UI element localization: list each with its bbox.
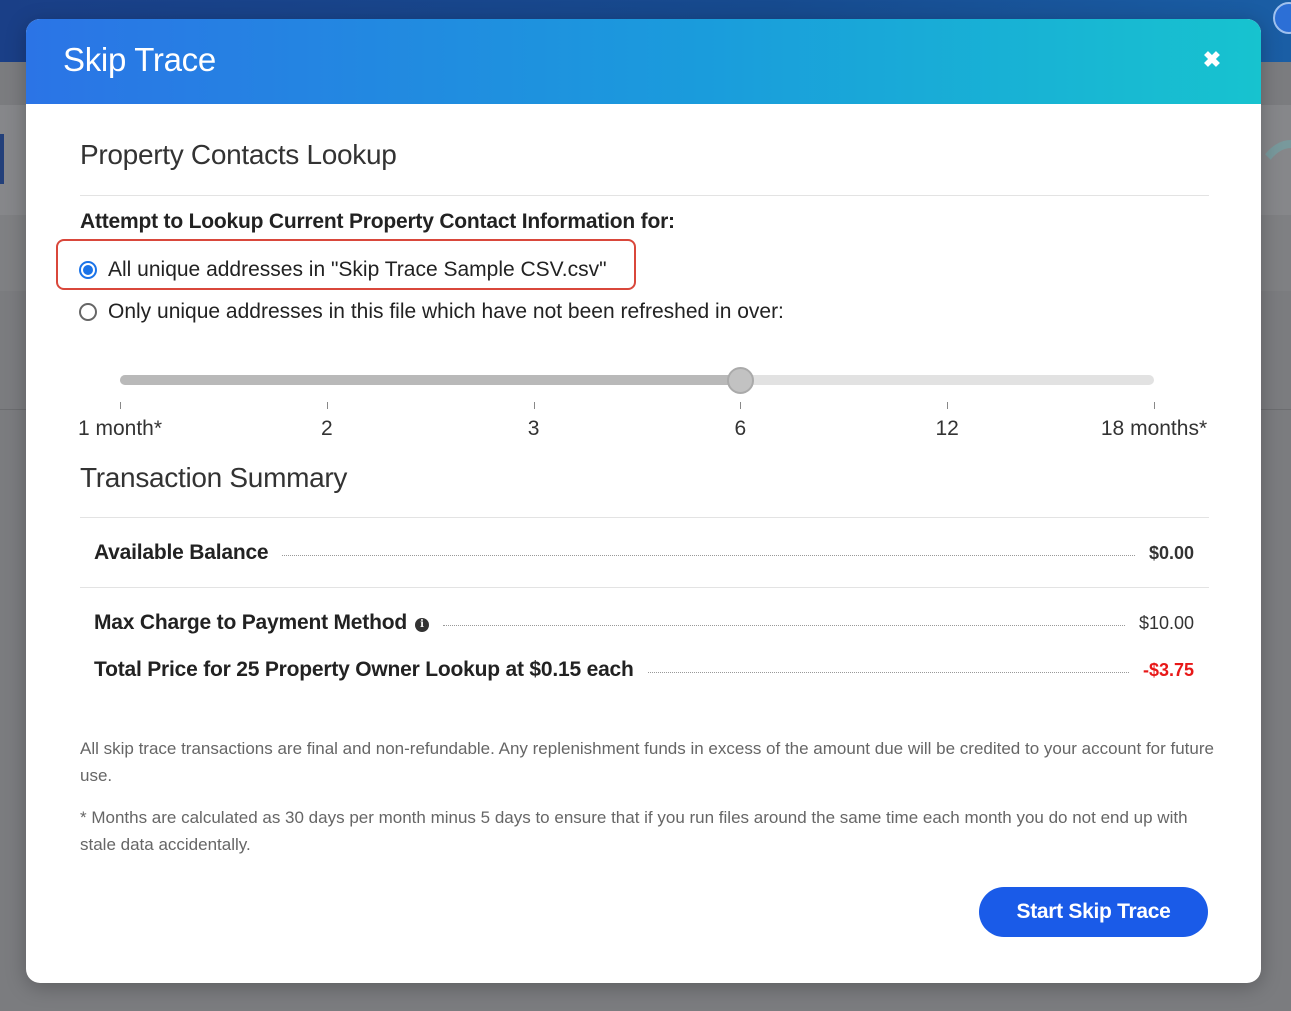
months-note: * Months are calculated as 30 days per m… [80,808,1188,854]
summary-divider-mid [80,587,1209,588]
total-price-row: Total Price for 25 Property Owner Lookup… [94,658,1194,682]
slider-tick-label: 18 months* [1100,417,1208,440]
lookup-divider [80,195,1209,196]
slider-fill [120,375,741,385]
slider-tick-label: 6 [734,417,747,440]
modal-title: Skip Trace [63,41,216,78]
slider-tick [120,402,121,409]
slider-tick [326,402,328,409]
option-all-addresses-label: All unique addresses in "Skip Trace Samp… [108,258,607,281]
option-not-refreshed-label: Only unique addresses in this file which… [108,300,784,323]
skip-trace-modal: Skip Trace ✖ Property Contacts Lookup At… [26,19,1261,983]
close-icon[interactable]: ✖ [1201,49,1223,71]
available-balance-label: Available Balance [94,541,269,564]
refund-note: All skip trace transactions are final an… [80,739,1214,785]
modal-header: Skip Trace ✖ [26,19,1261,104]
max-charge-label-wrap: Max Charge to Payment Method i [94,611,429,635]
total-price-label: Total Price for 25 Property Owner Lookup… [94,658,634,681]
info-icon[interactable]: i [414,618,429,632]
radio-not-refreshed[interactable] [79,303,97,321]
max-charge-label: Max Charge to Payment Method [94,611,407,634]
radio-all-addresses[interactable] [79,261,97,279]
option-not-refreshed[interactable]: Only unique addresses in this file which… [79,300,784,324]
slider-tick [1154,402,1155,409]
summary-heading: Transaction Summary [80,462,348,493]
dot-leader [282,555,1135,556]
slider-tick-label: 3 [527,417,540,440]
lookup-prompt: Attempt to Lookup Current Property Conta… [80,210,675,233]
dot-leader [647,672,1129,673]
refresh-age-slider[interactable] [120,367,1154,394]
slider-tick [947,402,949,409]
max-charge-row: Max Charge to Payment Method i $10.00 [94,611,1194,635]
slider-tick-label: 1 month* [77,417,163,440]
summary-divider-top [80,517,1209,518]
max-charge-value: $10.00 [1138,613,1194,633]
background-tab-marker [0,134,4,184]
available-balance-row: Available Balance $0.00 [94,541,1194,565]
total-price-value: -$3.75 [1142,660,1194,680]
slider-tick-label: 12 [935,417,959,440]
slider-tick [533,402,535,409]
available-balance-value: $0.00 [1148,543,1194,563]
slider-tick-label: 2 [320,417,333,440]
dot-leader [442,625,1125,626]
slider-handle[interactable] [727,367,755,394]
lookup-heading: Property Contacts Lookup [80,139,397,170]
slider-tick [740,402,742,409]
option-all-addresses[interactable]: All unique addresses in "Skip Trace Samp… [79,258,607,282]
start-skip-trace-button[interactable]: Start Skip Trace [979,887,1208,937]
